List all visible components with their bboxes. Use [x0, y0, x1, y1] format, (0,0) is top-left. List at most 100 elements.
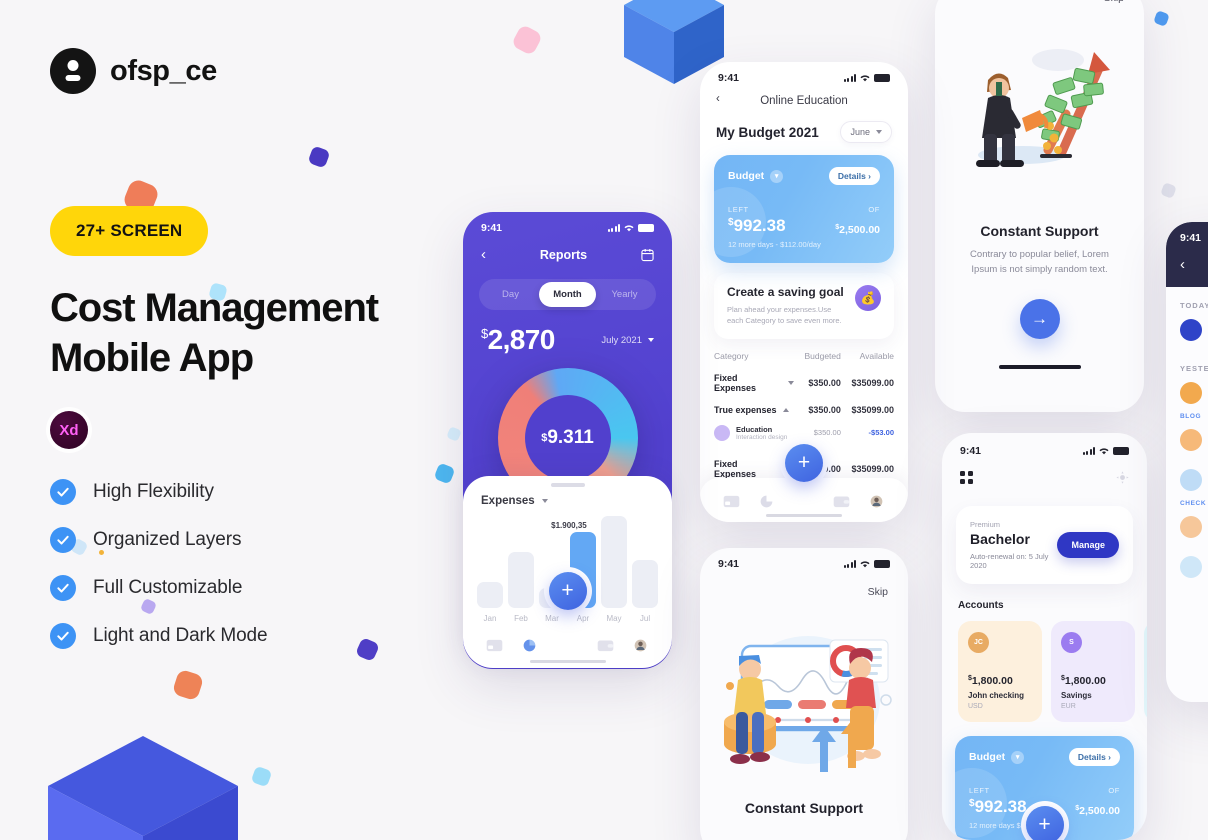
battery-icon [1113, 447, 1129, 455]
add-button[interactable]: + [1025, 806, 1064, 840]
list-item[interactable] [1166, 507, 1208, 547]
details-button[interactable]: Details › [1068, 748, 1120, 766]
pie-chart-icon[interactable] [521, 639, 538, 652]
brand-logo: ofsp_ce [50, 48, 480, 94]
transaction-icon [1180, 469, 1202, 491]
account-name: Savings [1061, 691, 1092, 700]
chevron-left-icon[interactable]: ‹ [1180, 256, 1208, 273]
goal-subtitle: Plan ahead your expenses.Use each Catego… [727, 305, 842, 326]
list-item[interactable]: S $1,800.00 Savings EUR [1051, 621, 1135, 722]
table-subrow[interactable]: Education Interaction design $350.00 -$5… [714, 421, 894, 445]
budget-card-captions: LEFT OF [728, 205, 880, 214]
subrow-subtitle: Interaction design [736, 433, 788, 441]
month-selector[interactable]: June [840, 121, 892, 143]
expenses-bottom-sheet: Expenses $1.900,35 Jan Feb Mar Apr May J… [463, 476, 672, 668]
transaction-icon [1180, 382, 1202, 404]
chevron-up-icon[interactable] [782, 407, 789, 412]
check-circle-icon [50, 479, 76, 506]
card-icon[interactable] [486, 639, 503, 652]
row-available: $35099.00 [851, 463, 894, 474]
column-header-category: Category [714, 350, 749, 361]
bar [632, 559, 658, 608]
pie-chart-icon[interactable] [758, 495, 775, 508]
grid-icon[interactable] [960, 471, 973, 484]
category-icon [714, 424, 730, 441]
expenses-title-row[interactable]: Expenses [463, 487, 672, 507]
bar-label: Jul [639, 613, 651, 623]
add-button[interactable]: + [785, 444, 823, 482]
saving-goal-card[interactable]: Create a saving goal Plan ahead your exp… [714, 273, 894, 339]
period-segmented-control[interactable]: Day Month Yearly [479, 279, 656, 310]
budget-total-amount: $2,500.00 [835, 224, 880, 236]
accounts-list[interactable]: JC $1,800.00 John checking USD S $1,800.… [942, 611, 1147, 722]
subrow-available: -$53.00 [868, 428, 894, 437]
dark-header: 9:41 ‹ [1166, 222, 1208, 287]
row-name: Fixed Expenses [714, 459, 794, 479]
section-yesterday: YESTERDAY [1180, 364, 1208, 373]
avatar-icon[interactable] [868, 495, 885, 508]
decor-shape-orange-bottom [171, 668, 205, 702]
chevron-left-icon[interactable]: ‹ [716, 93, 720, 105]
status-icons [844, 560, 890, 568]
signal-icon [844, 74, 856, 82]
row-name: True expenses [714, 405, 794, 415]
gear-icon[interactable] [1116, 471, 1129, 484]
feature-label: Organized Layers [93, 529, 242, 551]
chevron-down-icon[interactable]: ▾ [1011, 750, 1025, 764]
arrow-right-icon[interactable]: → [1019, 299, 1060, 340]
tab-yearly[interactable]: Yearly [596, 282, 653, 307]
add-button[interactable]: + [548, 572, 587, 610]
tab-month[interactable]: Month [539, 282, 596, 307]
avatar: JC [968, 632, 989, 653]
budget-card[interactable]: Budget ▾ Details › LEFT OF $992.38 $2,50… [714, 155, 894, 263]
budget-label-text: Budget [969, 751, 1006, 763]
subrow-budgeted: $350.00 [813, 428, 841, 437]
list-item[interactable]: JC $1,800.00 John checking USD [958, 621, 1042, 722]
subrow-title: Education [736, 424, 773, 434]
table-row[interactable]: Fixed Expenses $350.00 $35099.00 [714, 367, 894, 399]
avatar-icon[interactable] [632, 639, 649, 652]
nav-title: Online Education [760, 95, 848, 107]
list-item: High Flexibility [50, 479, 480, 506]
manage-button[interactable]: Manage [1057, 532, 1119, 558]
card-icon[interactable] [723, 495, 740, 508]
transaction-icon [1180, 429, 1202, 451]
total-row: $2,870 July 2021 [463, 310, 672, 356]
avatar: S [1061, 632, 1082, 653]
chevron-down-icon[interactable] [541, 498, 548, 503]
table-row[interactable]: True expenses $350.00 $35099.00 [714, 399, 894, 421]
bar-column: May [601, 515, 627, 623]
list-item[interactable] [1166, 420, 1208, 460]
status-time: 9:41 [481, 222, 503, 234]
phone-accounts: 9:41 Premium Bachelor Auto-renewal on: 5… [942, 433, 1147, 840]
wallet-icon[interactable] [833, 495, 850, 508]
chevron-left-icon[interactable]: ‹ [481, 246, 486, 263]
period-value: July 2021 [601, 334, 642, 346]
bar-label: May [606, 613, 622, 623]
list-item[interactable] [1166, 373, 1208, 413]
list-item[interactable]: W $1, Wa Rom [1144, 621, 1147, 722]
phone-onboarding-support-2: 9:41 Skip Constant Support [700, 548, 908, 840]
list-item[interactable] [1166, 460, 1208, 500]
list-item[interactable] [1166, 310, 1208, 350]
list-item[interactable] [1166, 547, 1208, 587]
total-amount: $2,870 [481, 324, 555, 356]
currency-symbol: $ [481, 326, 488, 341]
skip-button[interactable]: Skip [700, 572, 908, 598]
wallet-icon[interactable] [597, 639, 614, 652]
period-selector[interactable]: July 2021 [601, 335, 654, 346]
tab-day[interactable]: Day [482, 282, 539, 307]
chevron-down-icon[interactable]: ▾ [770, 169, 784, 183]
budget-left-amount: $992.38 [728, 216, 786, 236]
phone-onboarding-support: Skip [935, 0, 1144, 412]
decor-shape-pink [510, 23, 544, 57]
bar-label: Apr [576, 613, 590, 623]
battery-icon [874, 74, 890, 82]
section-today: TODAY [1180, 301, 1208, 310]
signal-icon [608, 224, 620, 232]
wifi-icon [624, 225, 634, 232]
account-currency: USD [968, 703, 983, 710]
calendar-icon[interactable] [641, 248, 654, 262]
details-button[interactable]: Details › [828, 167, 880, 185]
status-icons [1083, 447, 1129, 455]
